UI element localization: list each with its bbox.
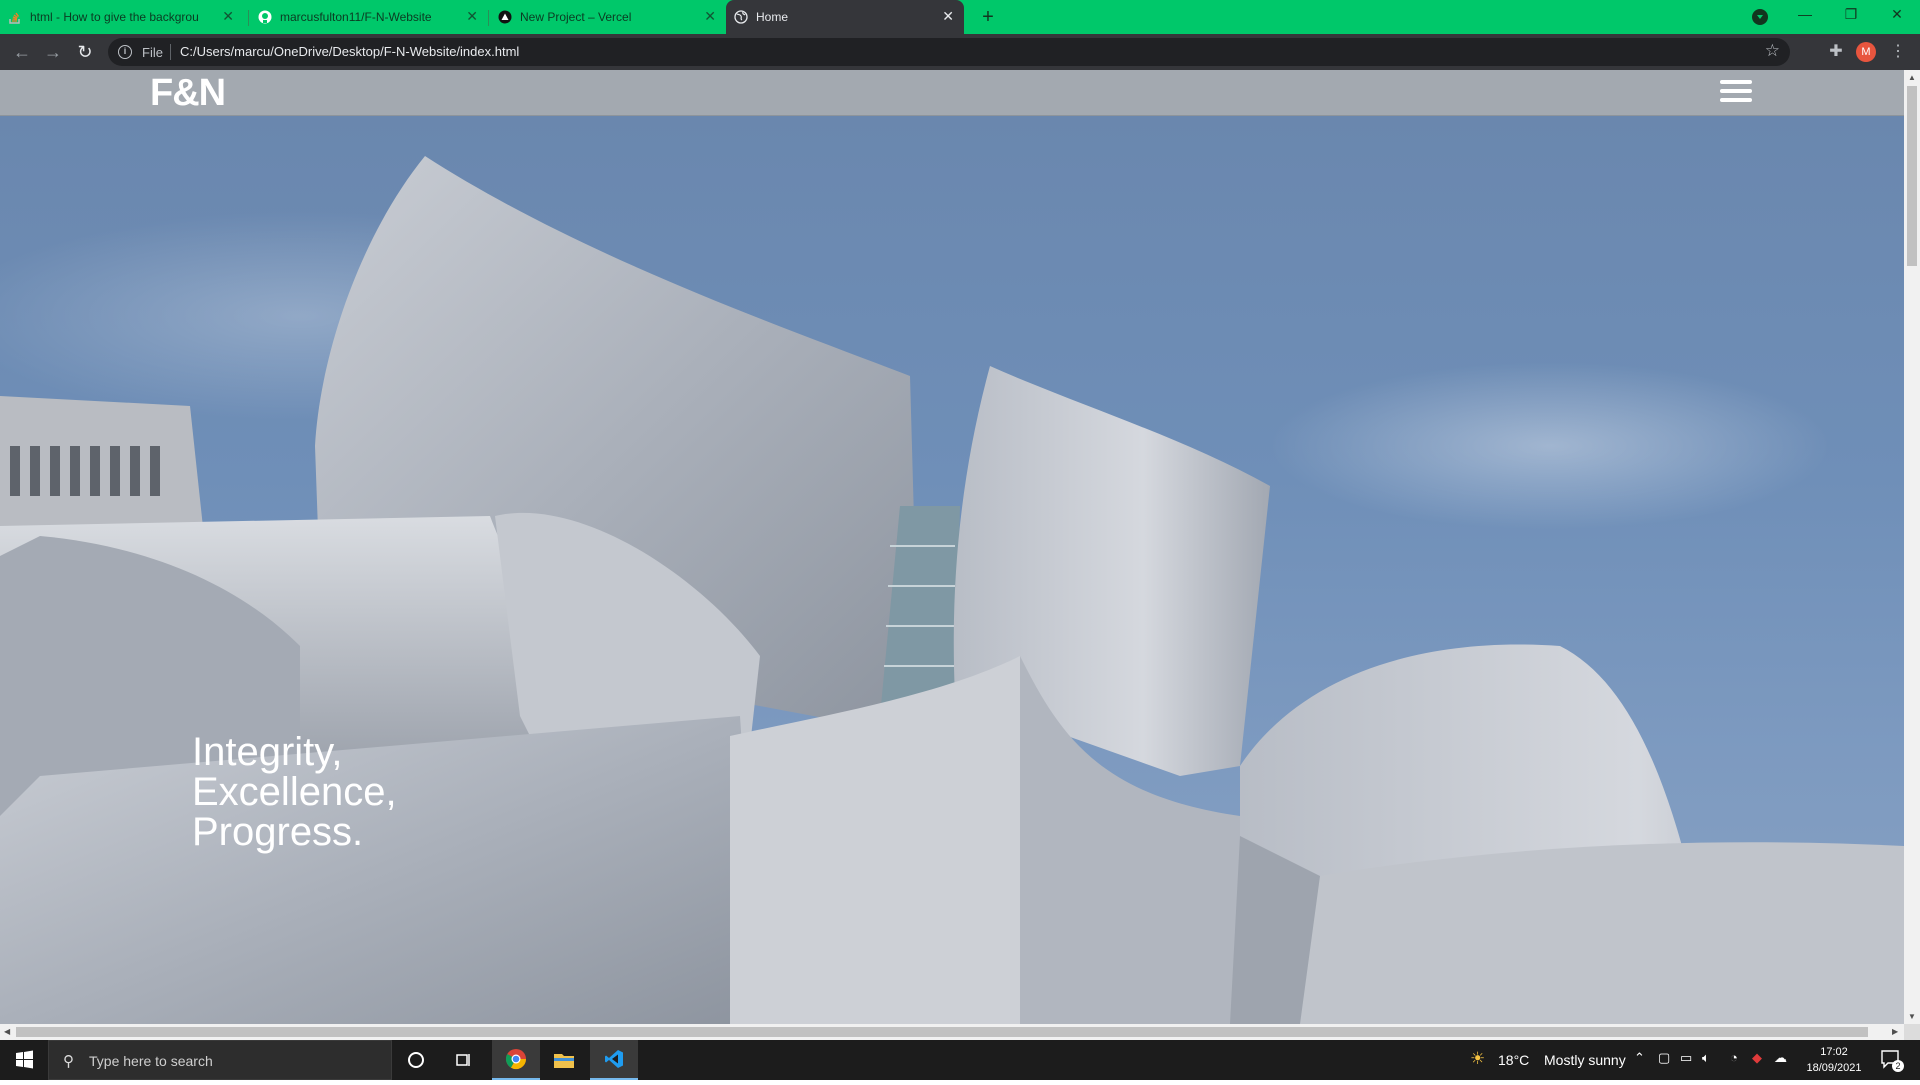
volume-icon[interactable]: 🔈︎	[1702, 1050, 1710, 1066]
tab-vercel[interactable]: New Project – Vercel ✕	[490, 0, 726, 34]
chrome-menu-icon[interactable]: ⋮	[1888, 42, 1908, 62]
hero-tagline: Integrity, Excellence, Progress.	[192, 732, 397, 852]
tab-title: html - How to give the backgrou	[30, 10, 199, 24]
hero-section: Integrity, Excellence, Progress.	[0, 116, 1904, 1024]
tab-strip: html - How to give the backgrou ✕ marcus…	[0, 0, 1920, 34]
url-text[interactable]: C:/Users/marcu/OneDrive/Desktop/F-N-Webs…	[180, 44, 519, 59]
hero-building-image	[0, 156, 1904, 1024]
close-window-icon[interactable]: ✕	[1874, 0, 1920, 30]
hamburger-bar	[1720, 89, 1752, 93]
tagline-line: Excellence,	[192, 770, 397, 814]
horizontal-scroll-thumb[interactable]	[16, 1027, 1868, 1037]
search-icon: ⚲	[63, 1053, 74, 1070]
vscode-glyph	[605, 1050, 623, 1068]
scrollbar-corner	[1904, 1024, 1920, 1040]
reload-icon[interactable]: ↻	[73, 40, 97, 64]
weather-temp[interactable]: 18°C	[1498, 1052, 1529, 1068]
taskbar-search-box[interactable]: ⚲ Type here to search	[48, 1040, 392, 1080]
file-explorer-icon[interactable]	[540, 1040, 588, 1080]
show-hidden-icons-chevron-icon[interactable]: ⌃	[1634, 1050, 1645, 1066]
clock-time: 17:02	[1820, 1046, 1848, 1058]
tagline-line: Progress.	[192, 810, 364, 854]
notification-count-badge: 2	[1892, 1060, 1904, 1072]
search-placeholder: Type here to search	[89, 1053, 213, 1069]
browser-toolbar: ← → ↻ i File C:/Users/marcu/OneDrive/Des…	[0, 34, 1920, 70]
tab-title: Home	[756, 10, 789, 24]
cortana-icon[interactable]	[392, 1040, 440, 1080]
github-icon	[258, 10, 272, 24]
meet-now-icon[interactable]: ▢	[1658, 1050, 1670, 1066]
notification-center-icon[interactable]: 2	[1880, 1048, 1904, 1072]
extensions-icon[interactable]: ✚	[1826, 42, 1846, 62]
vertical-scroll-thumb[interactable]	[1907, 86, 1917, 266]
tab-stackoverflow[interactable]: html - How to give the backgrou ✕	[0, 0, 244, 34]
onedrive-icon[interactable]: ☁	[1774, 1050, 1787, 1066]
tab-home[interactable]: Home ✕	[726, 0, 964, 34]
tab-title: New Project – Vercel	[520, 10, 632, 24]
horizontal-scrollbar[interactable]: ◀ ▶	[0, 1024, 1904, 1040]
battery-icon[interactable]: ▭	[1680, 1050, 1692, 1066]
close-tab-icon[interactable]: ✕	[222, 8, 234, 25]
tab-divider	[248, 10, 249, 26]
tab-title: marcusfulton11/F-N-Website	[280, 10, 432, 24]
close-tab-icon[interactable]: ✕	[466, 8, 478, 25]
hamburger-bar	[1720, 80, 1752, 84]
clock-date: 18/09/2021	[1806, 1062, 1862, 1074]
task-view-glyph	[456, 1054, 470, 1066]
app-tray-icon[interactable]: ◆	[1752, 1050, 1762, 1066]
page-viewport: Integrity, Excellence, Progress. F&N	[0, 70, 1904, 1024]
tagline-line: Integrity,	[192, 730, 343, 774]
profile-avatar[interactable]: M	[1856, 42, 1876, 62]
chrome-icon[interactable]	[492, 1040, 540, 1080]
info-icon[interactable]: i	[118, 45, 132, 59]
hamburger-bar	[1720, 98, 1752, 102]
minimize-icon[interactable]: —	[1782, 0, 1828, 30]
back-icon[interactable]: ←	[10, 40, 34, 64]
hamburger-menu-icon[interactable]	[1720, 80, 1754, 104]
site-logo[interactable]: F&N	[150, 72, 226, 115]
task-view-icon[interactable]	[440, 1040, 488, 1080]
vscode-icon[interactable]	[590, 1040, 638, 1080]
stackoverflow-icon	[9, 12, 20, 24]
scroll-up-icon[interactable]: ▲	[1908, 73, 1916, 82]
omnibox-divider	[170, 44, 171, 60]
globe-icon	[734, 10, 748, 24]
cortana-ring	[408, 1052, 424, 1068]
bookmark-star-icon[interactable]: ☆	[1765, 41, 1780, 61]
windows-logo-icon	[16, 1050, 33, 1069]
chrome-logo	[505, 1049, 527, 1070]
scroll-down-icon[interactable]: ▼	[1908, 1012, 1916, 1021]
site-navbar: F&N	[0, 70, 1904, 116]
forward-icon[interactable]: →	[41, 40, 65, 64]
vertical-scrollbar[interactable]: ▲ ▼	[1904, 70, 1920, 1024]
taskbar-clock[interactable]: 17:02 18/09/2021	[1794, 1044, 1874, 1076]
restore-icon[interactable]: ❐	[1828, 0, 1874, 30]
windows-taskbar: ⚲ Type here to search ☀ 18°C Mostly sunn…	[0, 1040, 1920, 1080]
close-tab-icon[interactable]: ✕	[704, 8, 716, 25]
address-bar[interactable]: i File C:/Users/marcu/OneDrive/Desktop/F…	[108, 38, 1790, 66]
tab-divider	[488, 10, 489, 26]
new-tab-button[interactable]: +	[976, 5, 1000, 29]
windows-start-button[interactable]	[0, 1040, 48, 1080]
wifi-icon[interactable]: ◔	[1730, 1050, 1738, 1065]
scheme-label: File	[142, 45, 163, 60]
tab-search-icon[interactable]	[1752, 9, 1768, 25]
scroll-left-icon[interactable]: ◀	[4, 1027, 10, 1036]
weather-sun-icon[interactable]: ☀	[1470, 1049, 1485, 1069]
scroll-right-icon[interactable]: ▶	[1892, 1027, 1898, 1036]
vercel-icon	[498, 10, 512, 24]
folder-glyph	[554, 1054, 574, 1068]
close-tab-icon[interactable]: ✕	[942, 8, 954, 25]
tab-github[interactable]: marcusfulton11/F-N-Website ✕	[250, 0, 488, 34]
weather-condition[interactable]: Mostly sunny	[1544, 1052, 1626, 1068]
